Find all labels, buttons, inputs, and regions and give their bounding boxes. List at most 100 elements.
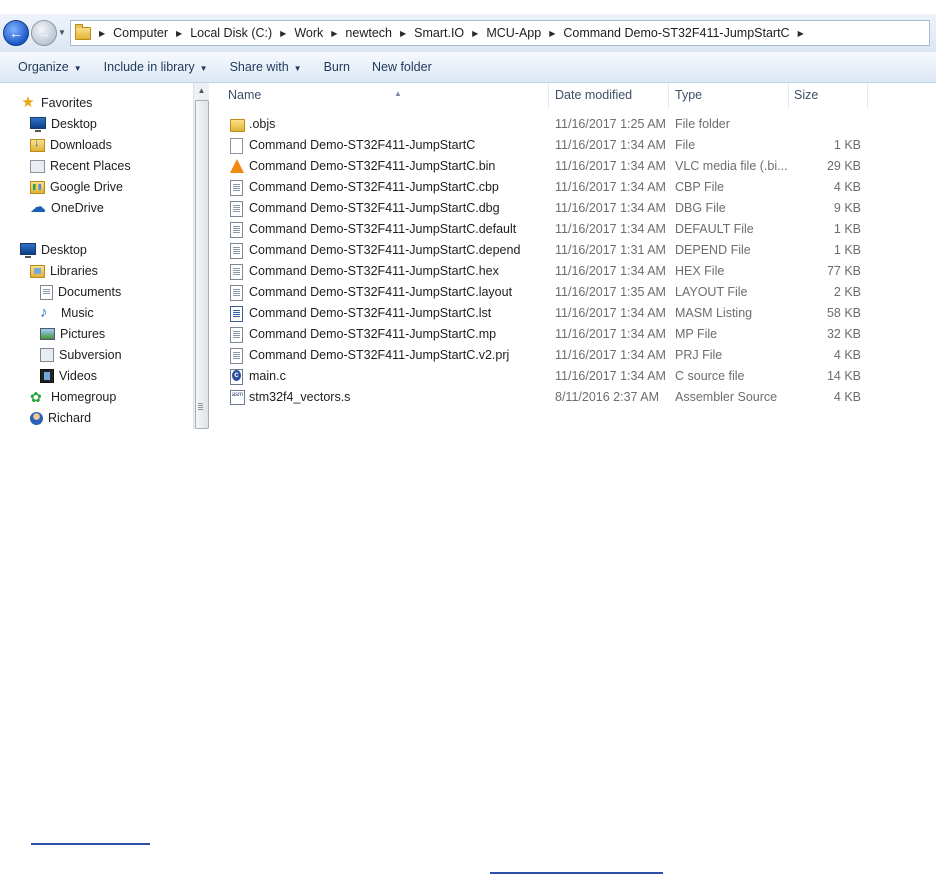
- chevron-right-icon[interactable]: ▶: [99, 29, 105, 38]
- file-name: Command Demo-ST32F411-JumpStartC.hex: [249, 264, 499, 278]
- underline-decoration: [31, 843, 150, 845]
- scroll-up-icon[interactable]: ▲: [194, 83, 209, 99]
- nav-item-music[interactable]: ♪ Music: [40, 303, 94, 323]
- file-size: 9 KB: [833, 201, 861, 215]
- file-size: 1 KB: [833, 222, 861, 236]
- file-type: CBP File: [675, 180, 725, 194]
- nav-label: Documents: [58, 285, 122, 299]
- nav-item-recent-places[interactable]: Recent Places: [30, 156, 131, 176]
- chevron-right-icon[interactable]: ▶: [331, 29, 337, 38]
- file-row[interactable]: Command Demo-ST32F411-JumpStartC.depend 1…: [209, 240, 936, 261]
- breadcrumb-smart-io[interactable]: Smart.IO: [414, 26, 464, 40]
- file-type: HEX File: [675, 264, 725, 278]
- chevron-right-icon[interactable]: ▶: [280, 29, 286, 38]
- file-row[interactable]: asm stm32f4_vectors.s 8/11/2016 2:37 AM Ass…: [209, 387, 936, 408]
- file-date: 11/16/2017 1:34 AM: [555, 159, 666, 173]
- organize-button[interactable]: Organize ▼: [7, 56, 93, 78]
- star-icon: ★: [21, 94, 35, 111]
- file-size: 4 KB: [833, 180, 861, 194]
- nav-label: Favorites: [41, 96, 93, 110]
- file-name: Command Demo-ST32F411-JumpStartC.default: [249, 222, 517, 236]
- file-row[interactable]: Command Demo-ST32F411-JumpStartC.lst 11/1…: [209, 303, 936, 324]
- file-row[interactable]: Command Demo-ST32F411-JumpStartC.default…: [209, 219, 936, 240]
- share-with-button[interactable]: Share with ▼: [219, 56, 313, 78]
- breadcrumb-mcu-app[interactable]: MCU-App: [486, 26, 541, 40]
- nav-label: Libraries: [50, 264, 98, 278]
- file-row[interactable]: Command Demo-ST32F411-JumpStartC.hex 11/1…: [209, 261, 936, 282]
- nav-item-downloads[interactable]: Downloads: [30, 135, 112, 155]
- listing-file-icon: [230, 306, 243, 322]
- nav-libraries[interactable]: Libraries: [30, 261, 98, 281]
- nav-item-onedrive[interactable]: ☁ OneDrive: [30, 198, 104, 218]
- nav-item-videos[interactable]: Videos: [40, 366, 97, 386]
- chevron-right-icon[interactable]: ▶: [798, 29, 804, 38]
- text-file-icon: [230, 201, 243, 217]
- column-header-type[interactable]: Type: [669, 83, 789, 108]
- nav-item-pictures[interactable]: Pictures: [40, 324, 105, 344]
- column-header-size[interactable]: Size: [788, 83, 868, 108]
- include-in-library-button[interactable]: Include in library ▼: [93, 56, 219, 78]
- file-size: 58 KB: [826, 306, 861, 320]
- chevron-right-icon[interactable]: ▶: [400, 29, 406, 38]
- file-row[interactable]: .objs 11/16/2017 1:25 AM File folder: [209, 114, 936, 135]
- nav-scrollbar[interactable]: ▲: [193, 83, 209, 429]
- nav-item-google-drive[interactable]: Google Drive: [30, 177, 123, 197]
- sort-ascending-icon: ▲: [394, 89, 402, 98]
- chevron-right-icon[interactable]: ▶: [472, 29, 478, 38]
- nav-homegroup[interactable]: ✿ Homegroup: [30, 387, 116, 407]
- breadcrumb-work[interactable]: Work: [294, 26, 323, 40]
- column-label: Name: [228, 88, 262, 102]
- breadcrumb-computer[interactable]: Computer: [113, 26, 168, 40]
- file-row[interactable]: Command Demo-ST32F411-JumpStartC.cbp 11/1…: [209, 177, 936, 198]
- file-row[interactable]: Command Demo-ST32F411-JumpStartC.dbg 11/1…: [209, 198, 936, 219]
- back-button[interactable]: ←: [3, 20, 29, 46]
- scroll-thumb[interactable]: [195, 100, 209, 429]
- file-date: 11/16/2017 1:34 AM: [555, 264, 666, 278]
- file-size: 1 KB: [833, 243, 861, 257]
- file-row[interactable]: Command Demo-ST32F411-JumpStartC.mp 11/16…: [209, 324, 936, 345]
- breadcrumb-current-folder[interactable]: Command Demo-ST32F411-JumpStartC: [563, 26, 789, 40]
- file-name: Command Demo-ST32F411-JumpStartC.v2.prj: [249, 348, 510, 362]
- nav-label: Videos: [59, 369, 97, 383]
- file-type: DBG File: [675, 201, 726, 215]
- burn-button[interactable]: Burn: [313, 56, 361, 78]
- breadcrumb-local-disk[interactable]: Local Disk (C:): [190, 26, 272, 40]
- file-row[interactable]: main.c 11/16/2017 1:34 AM C source file 14 …: [209, 366, 936, 387]
- nav-favorites[interactable]: ★ Favorites: [20, 93, 92, 113]
- music-icon: ♪: [40, 304, 48, 321]
- file-date: 11/16/2017 1:34 AM: [555, 369, 666, 383]
- column-header-date[interactable]: Date modified: [549, 83, 669, 108]
- document-icon: [40, 284, 53, 300]
- file-row[interactable]: Command Demo-ST32F411-JumpStartC.v2.prj 1…: [209, 345, 936, 366]
- chevron-right-icon[interactable]: ▶: [549, 29, 555, 38]
- forward-button[interactable]: →: [31, 20, 57, 46]
- chevron-down-icon: ▼: [73, 64, 82, 73]
- file-date: 11/16/2017 1:34 AM: [555, 201, 666, 215]
- file-size: 4 KB: [833, 348, 861, 362]
- nav-label: Homegroup: [51, 390, 117, 404]
- text-file-icon: [230, 327, 243, 343]
- breadcrumb[interactable]: ▶ Computer ▶ Local Disk (C:) ▶ Work ▶ ne…: [70, 20, 930, 46]
- pictures-icon: [40, 328, 55, 340]
- nav-item-subversion[interactable]: Subversion: [40, 345, 122, 365]
- google-drive-icon: [30, 180, 45, 194]
- nav-desktop[interactable]: Desktop: [20, 240, 87, 260]
- chevron-right-icon[interactable]: ▶: [176, 29, 182, 38]
- history-dropdown-icon[interactable]: ▼: [58, 28, 66, 37]
- grip-icon: [198, 403, 203, 411]
- file-date: 11/16/2017 1:34 AM: [555, 306, 666, 320]
- new-folder-button[interactable]: New folder: [361, 56, 443, 78]
- file-icon: [230, 138, 243, 154]
- file-list: Name ▲ Date modified Type Size .objs 11/16…: [209, 83, 936, 429]
- nav-item-documents[interactable]: Documents: [40, 282, 121, 302]
- column-headers: Name ▲ Date modified Type Size: [209, 83, 936, 108]
- file-name: Command Demo-ST32F411-JumpStartC.lst: [249, 306, 492, 320]
- file-row[interactable]: Command Demo-ST32F411-JumpStartC 11/16/20…: [209, 135, 936, 156]
- file-row[interactable]: Command Demo-ST32F411-JumpStartC.bin 11/1…: [209, 156, 936, 177]
- column-header-name[interactable]: Name ▲: [222, 83, 549, 108]
- breadcrumb-newtech[interactable]: newtech: [345, 26, 392, 40]
- text-file-icon: [230, 264, 243, 280]
- file-row[interactable]: Command Demo-ST32F411-JumpStartC.layout 1…: [209, 282, 936, 303]
- nav-user[interactable]: Richard: [30, 408, 91, 428]
- nav-item-desktop[interactable]: Desktop: [30, 114, 97, 134]
